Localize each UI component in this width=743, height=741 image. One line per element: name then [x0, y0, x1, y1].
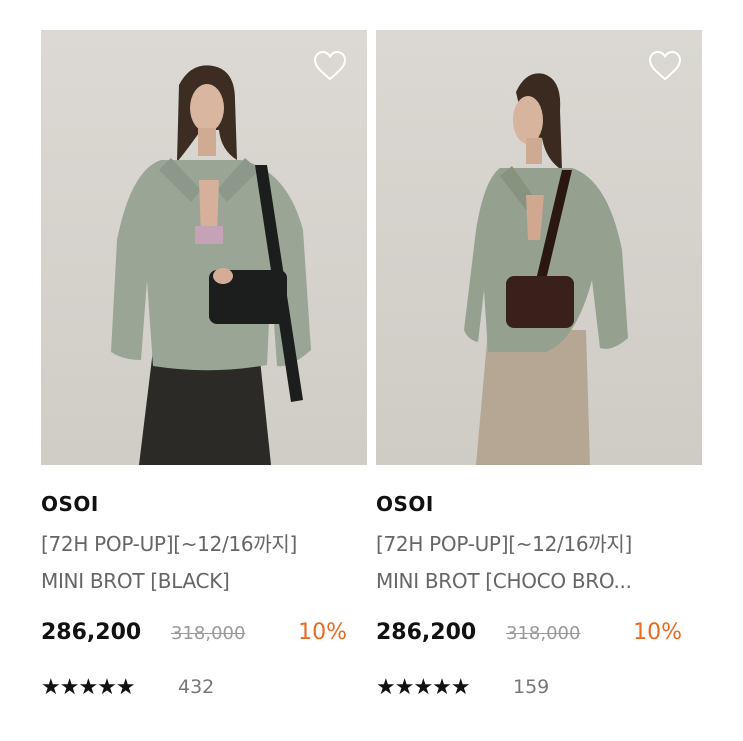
product-grid: OSOI [72H POP-UP][~12/16까지] MINI BROT [B… — [41, 30, 702, 710]
wishlist-button[interactable] — [313, 50, 347, 82]
model-photo — [41, 30, 367, 465]
review-count: 432 — [178, 676, 215, 698]
promo-label: [72H POP-UP][~12/16까지] — [376, 532, 632, 556]
promo-label: [72H POP-UP][~12/16까지] — [41, 532, 297, 556]
product-name[interactable]: MINI BROT [BLACK] — [41, 569, 361, 593]
sale-price: 286,200 — [376, 620, 477, 645]
product-card[interactable]: OSOI [72H POP-UP][~12/16까지] MINI BROT [C… — [376, 30, 702, 700]
original-price: 318,000 — [171, 623, 246, 644]
price-row: 286,200 318,000 10% — [41, 620, 347, 650]
wishlist-button[interactable] — [648, 50, 682, 82]
product-card[interactable]: OSOI [72H POP-UP][~12/16까지] MINI BROT [B… — [41, 30, 367, 700]
heart-outline-icon — [313, 50, 347, 81]
sale-price: 286,200 — [41, 620, 142, 645]
product-image[interactable] — [41, 30, 367, 465]
brand-name[interactable]: OSOI — [376, 492, 434, 516]
discount-rate: 10% — [633, 620, 682, 645]
star-rating-icon: ★★★★★ — [376, 675, 471, 700]
star-rating-icon: ★★★★★ — [41, 675, 136, 700]
model-photo — [376, 30, 702, 465]
original-price: 318,000 — [506, 623, 581, 644]
heart-outline-icon — [648, 50, 682, 81]
discount-rate: 10% — [298, 620, 347, 645]
review-count: 159 — [513, 676, 550, 698]
product-name[interactable]: MINI BROT [CHOCO BRO... — [376, 569, 696, 593]
brand-name[interactable]: OSOI — [41, 492, 99, 516]
price-row: 286,200 318,000 10% — [376, 620, 682, 650]
product-image[interactable] — [376, 30, 702, 465]
